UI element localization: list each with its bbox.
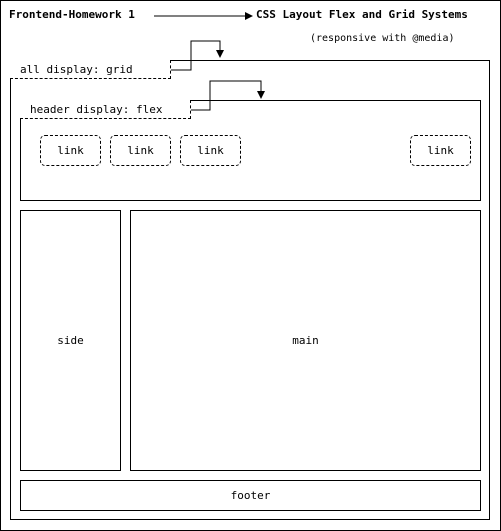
arrows bbox=[154, 12, 265, 111]
grid-tag-arrow bbox=[171, 40, 224, 71]
header-tag-arrow bbox=[191, 80, 265, 111]
